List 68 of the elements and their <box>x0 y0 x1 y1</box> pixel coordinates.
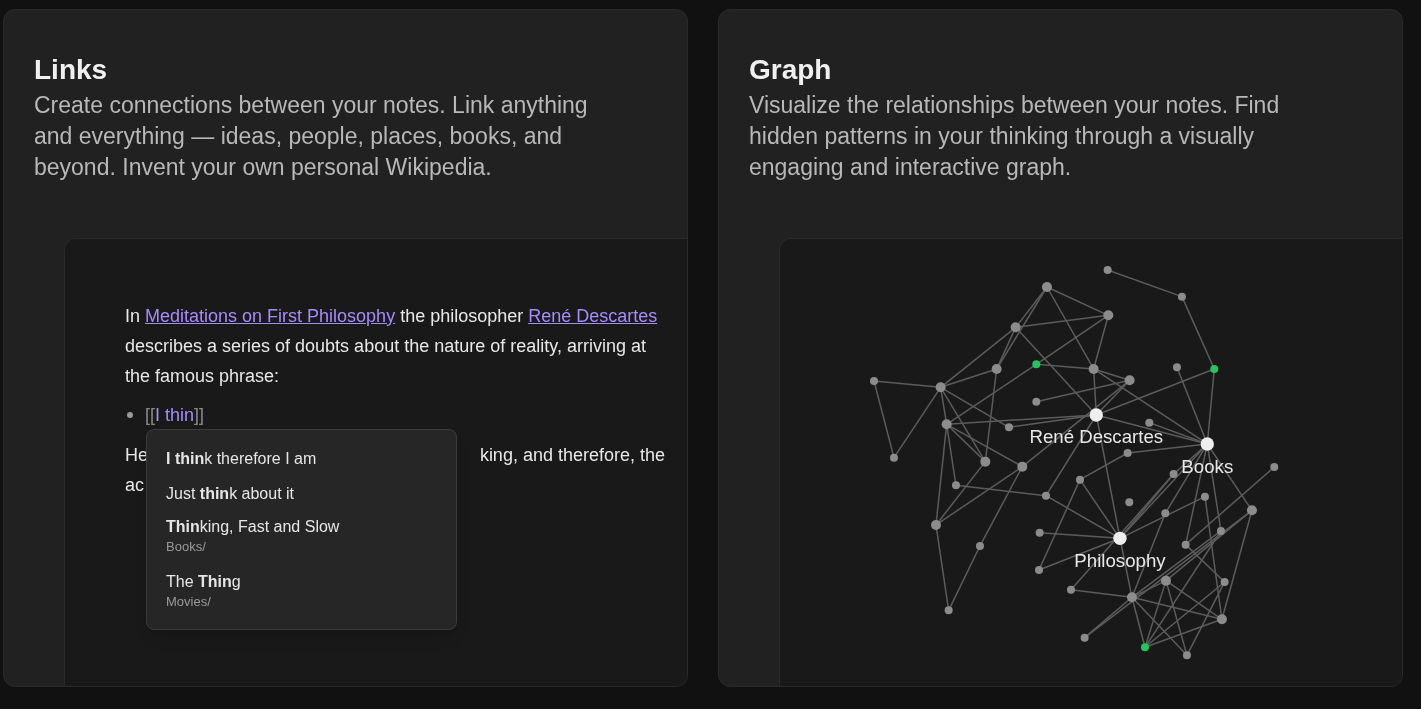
graph-node[interactable] <box>1123 449 1132 457</box>
graph-node[interactable] <box>1172 363 1181 372</box>
graph-node[interactable] <box>1140 643 1149 652</box>
card-title: Graph <box>749 53 833 87</box>
graph-node[interactable] <box>1017 461 1028 472</box>
link-input[interactable]: [[I thin]] <box>145 400 205 430</box>
graph-node[interactable] <box>1125 498 1134 507</box>
graph-node[interactable] <box>1080 633 1089 642</box>
suggestion-path: Movies/ <box>166 593 212 611</box>
graph-node[interactable] <box>1200 437 1214 451</box>
graph-node[interactable] <box>1034 565 1043 574</box>
graph-node[interactable] <box>1005 423 1013 432</box>
graph-node[interactable] <box>1032 360 1041 369</box>
paragraph-fragment: ac <box>125 475 144 495</box>
note-link[interactable]: Meditations on First Philosophy <box>145 306 396 326</box>
suggestion-item[interactable]: I think therefore I am <box>166 441 437 476</box>
paragraph-fragment: He <box>125 444 148 467</box>
graph-node[interactable] <box>1161 509 1170 518</box>
graph-node[interactable] <box>944 606 953 615</box>
graph-node[interactable] <box>1270 463 1279 471</box>
node-label: Books <box>1181 455 1234 477</box>
graph-node[interactable] <box>931 519 941 530</box>
graph-node[interactable] <box>941 419 952 430</box>
graph-node[interactable] <box>1103 310 1114 321</box>
graph-node[interactable] <box>1124 375 1135 386</box>
graph-node[interactable] <box>1010 322 1021 333</box>
graph-node[interactable] <box>890 453 898 462</box>
node-label: Philosophy <box>1074 549 1166 571</box>
graph-node[interactable] <box>976 541 984 550</box>
graph-node[interactable] <box>1126 592 1137 603</box>
graph-node[interactable] <box>980 456 991 467</box>
graph-node[interactable] <box>1032 397 1041 406</box>
graph-node[interactable] <box>1216 614 1227 625</box>
graph-node[interactable] <box>1035 528 1044 537</box>
graph-node[interactable] <box>935 382 946 393</box>
graph-node[interactable] <box>1088 364 1099 374</box>
graph-node[interactable] <box>1210 365 1219 373</box>
graph-node[interactable] <box>1041 491 1050 500</box>
graph-node[interactable] <box>1075 475 1084 484</box>
graph-node[interactable] <box>870 377 878 385</box>
card-description: Create connections between your notes. Link anything and everything — ideas, people, places, books, and beyond. Invent your own personal Wikipedia. <box>34 91 589 182</box>
graph-node[interactable] <box>991 364 1002 374</box>
graph-node[interactable] <box>1182 651 1191 660</box>
graph-node[interactable] <box>1177 292 1186 301</box>
graph-node[interactable] <box>1103 266 1112 274</box>
paragraph-fragment: king, and therefore, the <box>479 444 665 467</box>
card-title: Links <box>34 53 109 87</box>
graph-node[interactable] <box>1066 585 1075 594</box>
graph-node[interactable] <box>1041 282 1052 292</box>
paragraph: In Meditations on First Philosophy the philosopher René Descartes describes a series of doubts about the nature of reality, arriving at the famous phrase: <box>125 305 659 388</box>
graph-node[interactable] <box>1145 418 1154 427</box>
graph-node[interactable] <box>1181 540 1190 549</box>
graph-node[interactable] <box>952 481 960 490</box>
graph-node[interactable] <box>1216 526 1225 535</box>
suggestion-item[interactable]: Just think about it <box>166 476 437 511</box>
graph-node[interactable] <box>1246 505 1257 516</box>
suggestion-item[interactable]: Thinking, Fast and Slow Books/ <box>166 511 437 566</box>
suggestion-path: Books/ <box>166 538 207 556</box>
node-label: René Descartes <box>1029 425 1164 447</box>
suggestion-item[interactable]: The Thing Movies/ <box>166 566 437 621</box>
graph-node[interactable] <box>1113 531 1127 545</box>
graph-node[interactable] <box>1200 492 1209 501</box>
graph-node[interactable] <box>1220 577 1229 586</box>
note-link[interactable]: René Descartes <box>528 306 658 326</box>
graph-node[interactable] <box>1169 470 1178 478</box>
graph-node[interactable] <box>1089 408 1103 422</box>
card-description: Visualize the relationships between your notes. Find hidden patterns in your thinking through a visually engaging and interactive graph. <box>749 91 1281 182</box>
graph-node[interactable] <box>1160 575 1171 586</box>
